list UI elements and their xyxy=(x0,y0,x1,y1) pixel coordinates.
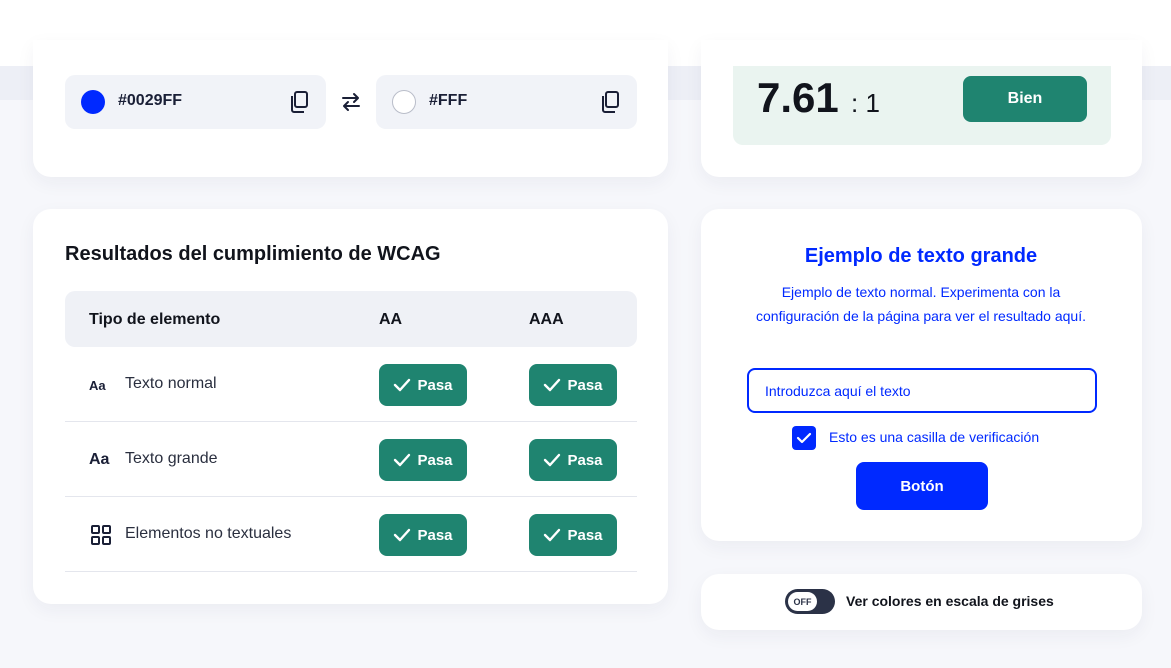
grayscale-card: OFF Ver colores en escala de grises xyxy=(701,574,1142,630)
aaa-pass-badge: Pasa xyxy=(529,364,617,406)
checkbox-label[interactable]: Esto es una casilla de verificación xyxy=(829,429,1039,445)
aaa-pass-badge: Pasa xyxy=(529,514,617,556)
check-icon xyxy=(544,528,561,542)
column-header-element-type: Tipo de elemento xyxy=(89,311,221,328)
pass-label: Pasa xyxy=(417,526,453,544)
table-row: Aa Texto normal Pasa Pasa xyxy=(65,347,637,422)
pass-label: Pasa xyxy=(417,376,453,394)
check-icon xyxy=(544,378,561,392)
toggle-state-label: OFF xyxy=(788,592,817,611)
pass-label: Pasa xyxy=(567,451,603,469)
pass-label: Pasa xyxy=(567,526,603,544)
grayscale-label[interactable]: Ver colores en escala de grises xyxy=(846,593,1054,609)
copy-icon[interactable] xyxy=(599,90,621,114)
large-text-example: Ejemplo de texto grande xyxy=(804,245,1038,267)
aa-pass-badge: Pasa xyxy=(379,364,467,406)
table-header: Tipo de elemento AA AAA xyxy=(65,291,637,347)
grayscale-toggle[interactable]: OFF xyxy=(785,589,835,614)
contrast-ratio-value: 7.61 xyxy=(757,74,839,121)
foreground-color-field[interactable]: #0029FF xyxy=(65,75,326,129)
row-label: Texto normal xyxy=(125,375,217,392)
wcag-results-title: Resultados del cumplimiento de WCAG xyxy=(65,243,441,265)
text-size-icon: Aa xyxy=(89,377,106,393)
grid-icon xyxy=(91,525,111,545)
aa-pass-badge: Pasa xyxy=(379,514,467,556)
aaa-pass-badge: Pasa xyxy=(529,439,617,481)
background-color-field[interactable]: #FFF xyxy=(376,75,637,129)
pass-label: Pasa xyxy=(567,376,603,394)
foreground-swatch[interactable] xyxy=(81,90,105,114)
table-row: Aa Texto grande Pasa Pasa xyxy=(65,422,637,497)
background-hex-value[interactable]: #FFF xyxy=(429,92,467,110)
example-checkbox[interactable] xyxy=(792,426,816,450)
row-label: Elementos no textuales xyxy=(125,525,292,542)
check-icon xyxy=(394,378,411,392)
table-row: Elementos no textuales Pasa Pasa xyxy=(65,497,637,572)
column-header-aa: AA xyxy=(379,311,403,328)
check-icon xyxy=(394,453,411,467)
check-icon xyxy=(796,432,812,444)
background-swatch[interactable] xyxy=(392,90,416,114)
text-example-card: Ejemplo de texto grande Ejemplo de texto… xyxy=(701,209,1142,541)
foreground-hex-value[interactable]: #0029FF xyxy=(118,92,182,110)
check-icon xyxy=(394,528,411,542)
swap-arrows-icon[interactable] xyxy=(340,92,362,112)
normal-text-example: Ejemplo de texto normal. Experimenta con… xyxy=(756,284,1086,324)
pass-label: Pasa xyxy=(417,451,453,469)
check-icon xyxy=(544,453,561,467)
copy-icon[interactable] xyxy=(288,90,310,114)
example-button[interactable]: Botón xyxy=(856,462,988,510)
aa-pass-badge: Pasa xyxy=(379,439,467,481)
example-text-input[interactable] xyxy=(747,368,1097,413)
column-header-aaa: AAA xyxy=(529,311,564,328)
text-size-icon: Aa xyxy=(89,451,110,468)
row-label: Texto grande xyxy=(125,450,218,467)
contrast-ratio-suffix: : 1 xyxy=(851,88,880,118)
contrast-ratio-panel: 7.61 : 1 Bien xyxy=(733,66,1111,145)
wcag-results-card: Resultados del cumplimiento de WCAG Tipo… xyxy=(33,209,668,604)
rating-badge: Bien xyxy=(963,76,1087,122)
